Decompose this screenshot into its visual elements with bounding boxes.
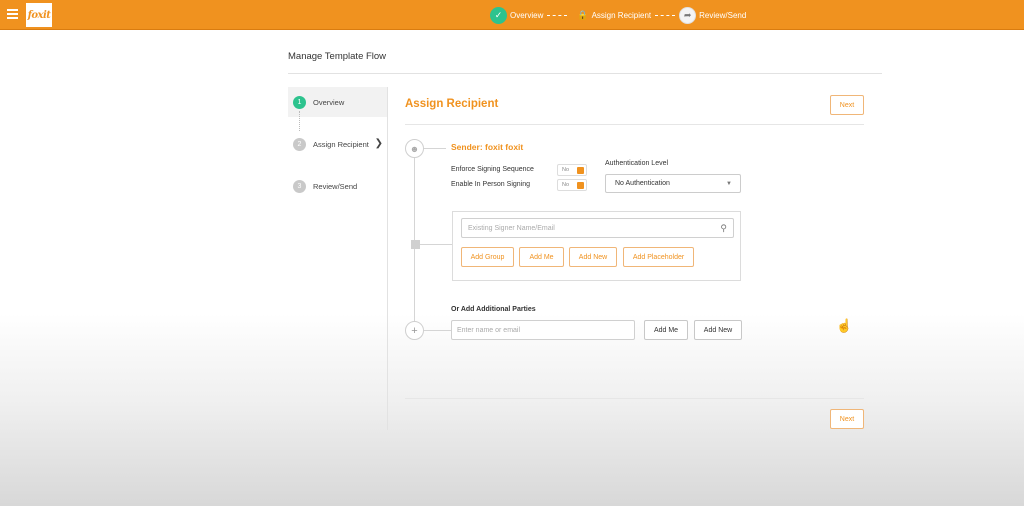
input-placeholder: Enter name or email — [457, 326, 521, 334]
check-location-icon[interactable]: ✓ — [490, 6, 507, 24]
sidebar-step-overview[interactable]: 1 Overview — [288, 87, 387, 117]
enforce-signing-toggle[interactable]: No — [557, 164, 587, 176]
additional-add-me-button[interactable]: Add Me — [644, 320, 688, 340]
divider — [405, 124, 864, 125]
toggle-knob — [577, 182, 584, 189]
top-bar: foxit ✓ Overview 🔒 Assign Recipient ➦ Re… — [0, 0, 1024, 30]
select-value: No Authentication — [615, 180, 670, 187]
add-new-button[interactable]: Add New — [569, 247, 617, 267]
timeline-connector — [424, 148, 446, 149]
section-title: Assign Recipient — [405, 98, 499, 110]
in-person-signing-label: Enable In Person Signing — [451, 181, 530, 188]
sidebar-step-label: Assign Recipient — [313, 139, 369, 149]
authentication-level-select[interactable]: No Authentication ▼ — [605, 174, 741, 193]
top-stepper: ✓ Overview 🔒 Assign Recipient ➦ Review/S… — [490, 5, 746, 25]
additional-parties-label: Or Add Additional Parties — [451, 306, 536, 313]
hamburger-menu-icon[interactable] — [7, 9, 18, 19]
top-step-review-label[interactable]: Review/Send — [699, 11, 746, 20]
step-connector — [299, 111, 300, 131]
step-connector — [655, 14, 676, 16]
person-lock-icon: 🔒 — [577, 9, 589, 20]
foxit-logo[interactable]: foxit — [26, 3, 52, 27]
add-me-button[interactable]: Add Me — [519, 247, 564, 267]
enforce-signing-label: Enforce Signing Sequence — [451, 166, 534, 173]
sidebar-step-label: Overview — [313, 97, 345, 107]
step-sidebar: 1 Overview 2 Assign Recipient ❯ 3 Review… — [288, 87, 387, 201]
top-step-overview-label[interactable]: Overview — [510, 11, 543, 20]
in-person-signing-toggle[interactable]: No — [557, 179, 587, 191]
top-step-assign-label[interactable]: Assign Recipient — [592, 11, 652, 20]
step-number-badge: 3 — [293, 179, 306, 193]
sidebar-step-label: Review/Send — [313, 181, 358, 191]
additional-party-input[interactable]: Enter name or email — [451, 320, 635, 340]
divider — [405, 398, 864, 399]
additional-add-new-button[interactable]: Add New — [694, 320, 742, 340]
toggle-knob — [577, 167, 584, 174]
step-connector — [547, 14, 568, 16]
add-placeholder-button[interactable]: Add Placeholder — [623, 247, 694, 267]
sidebar-step-assign-recipient[interactable]: 2 Assign Recipient ❯ — [288, 129, 387, 159]
authentication-level-label: Authentication Level — [605, 160, 669, 167]
step-number-badge: 1 — [293, 95, 306, 109]
drag-handle-icon[interactable] — [411, 240, 420, 249]
next-button-top[interactable]: Next — [830, 95, 864, 115]
page-title: Manage Template Flow — [288, 51, 387, 62]
plus-icon[interactable]: + — [405, 321, 424, 340]
timeline-connector — [420, 244, 452, 245]
sidebar-divider — [387, 87, 388, 430]
search-placeholder: Existing Signer Name/Email — [468, 224, 555, 232]
chevron-down-icon: ▼ — [726, 181, 732, 187]
sidebar-step-review-send[interactable]: 3 Review/Send — [288, 171, 387, 201]
chevron-right-icon: ❯ — [374, 138, 383, 149]
existing-signer-search-input[interactable]: Existing Signer Name/Email ⚲ — [461, 218, 734, 238]
hand-cursor-icon: ☝ — [836, 318, 853, 333]
timeline-connector — [424, 330, 451, 331]
toggle-value: No — [562, 182, 570, 188]
person-icon: ☻ — [405, 139, 424, 158]
toggle-value: No — [562, 167, 570, 173]
step-number-badge: 2 — [293, 137, 306, 151]
divider — [288, 73, 882, 74]
add-group-button[interactable]: Add Group — [461, 247, 514, 267]
share-arrow-icon[interactable]: ➦ — [679, 6, 697, 24]
next-button-bottom[interactable]: Next — [830, 409, 864, 429]
sender-label: Sender: foxit foxit — [451, 142, 524, 152]
search-icon[interactable]: ⚲ — [720, 223, 727, 234]
